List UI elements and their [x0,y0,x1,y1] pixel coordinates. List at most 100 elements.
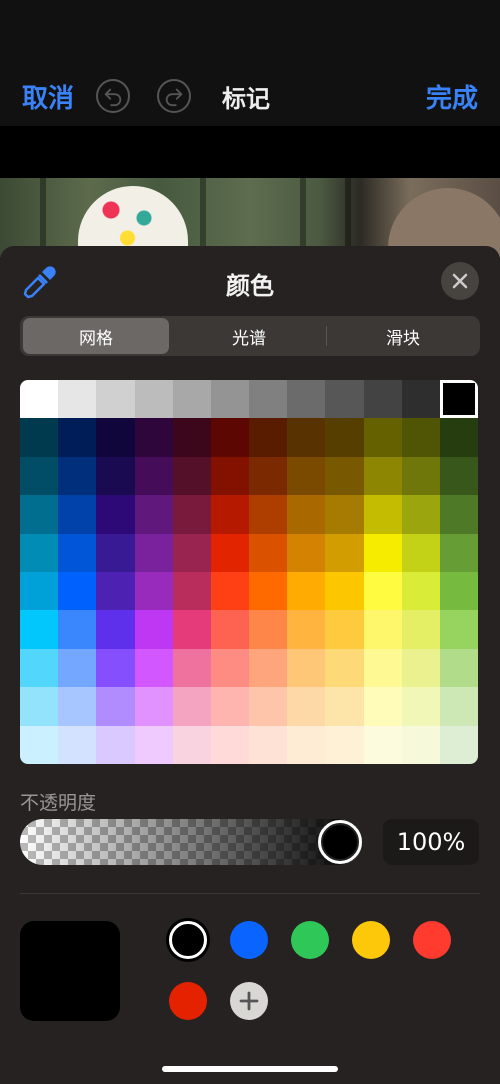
color-cell[interactable] [20,725,59,764]
color-cell[interactable] [401,648,440,688]
color-cell[interactable] [210,725,249,764]
color-cell[interactable] [363,687,402,726]
color-cell[interactable] [287,533,326,572]
undo-button[interactable] [96,79,130,113]
color-cell[interactable] [401,418,440,457]
color-cell[interactable] [325,495,364,534]
swatch-yellow[interactable] [352,921,390,959]
color-cell[interactable] [58,572,97,611]
color-cell[interactable] [58,533,97,572]
color-cell[interactable] [96,687,135,726]
color-cell[interactable] [172,725,211,764]
opacity-slider[interactable] [20,819,362,865]
color-cell[interactable] [401,610,440,649]
color-cell[interactable] [287,418,326,457]
color-cell[interactable] [363,572,402,611]
color-cell[interactable] [96,610,135,649]
color-cell[interactable] [96,456,135,496]
color-cell[interactable] [287,380,326,419]
color-cell[interactable] [20,380,59,419]
color-cell[interactable] [325,687,364,726]
color-cell[interactable] [58,648,97,688]
color-cell[interactable] [439,533,478,572]
color-cell[interactable] [287,725,326,764]
color-cell[interactable] [172,495,211,534]
color-cell[interactable] [325,648,364,688]
color-cell[interactable] [363,380,402,419]
color-cell[interactable] [96,380,135,419]
color-cell[interactable] [58,610,97,649]
color-cell[interactable] [58,456,97,496]
add-swatch-button[interactable] [230,982,268,1020]
color-cell[interactable] [134,648,173,688]
close-button[interactable] [441,262,479,300]
color-cell[interactable] [325,572,364,611]
color-cell[interactable] [20,533,59,572]
tab-sliders[interactable]: 滑块 [327,318,479,354]
color-cell[interactable] [325,380,364,419]
color-cell[interactable] [401,495,440,534]
color-cell[interactable] [172,456,211,496]
swatch-red[interactable] [413,921,451,959]
color-cell[interactable] [210,495,249,534]
color-cell[interactable] [210,648,249,688]
color-cell[interactable] [210,572,249,611]
color-cell[interactable] [439,418,478,457]
color-cell[interactable] [287,687,326,726]
color-cell[interactable] [134,725,173,764]
color-cell[interactable] [20,610,59,649]
color-cell[interactable] [20,418,59,457]
color-cell[interactable] [439,495,478,534]
color-cell[interactable] [363,725,402,764]
color-cell[interactable] [439,456,478,496]
color-cell[interactable] [363,418,402,457]
color-cell[interactable] [96,648,135,688]
color-cell[interactable] [287,610,326,649]
color-cell[interactable] [210,687,249,726]
color-cell[interactable] [96,725,135,764]
color-cell[interactable] [58,418,97,457]
color-cell[interactable] [210,610,249,649]
color-cell[interactable] [134,572,173,611]
color-cell[interactable] [325,418,364,457]
opacity-slider-thumb[interactable] [318,820,362,864]
color-cell[interactable] [172,687,211,726]
color-cell[interactable] [210,380,249,419]
color-cell[interactable] [439,687,478,726]
color-cell[interactable] [96,495,135,534]
color-cell[interactable] [96,418,135,457]
color-cell[interactable] [58,495,97,534]
color-cell[interactable] [210,456,249,496]
color-cell[interactable] [439,572,478,611]
color-cell[interactable] [134,380,173,419]
opacity-value-field[interactable]: 100% [383,819,479,865]
color-cell[interactable] [96,572,135,611]
swatch-green[interactable] [291,921,329,959]
color-cell[interactable] [249,456,288,496]
color-cell[interactable] [363,533,402,572]
color-cell[interactable] [249,533,288,572]
swatch-black[interactable] [169,921,207,959]
color-cell[interactable] [249,380,288,419]
color-cell[interactable] [363,610,402,649]
color-cell[interactable] [20,495,59,534]
color-cell[interactable] [287,572,326,611]
color-cell[interactable] [439,380,478,419]
color-cell[interactable] [210,418,249,457]
color-cell[interactable] [134,495,173,534]
color-cell[interactable] [58,380,97,419]
color-cell[interactable] [249,610,288,649]
color-cell[interactable] [363,495,402,534]
color-cell[interactable] [134,418,173,457]
color-cell[interactable] [172,610,211,649]
color-cell[interactable] [249,418,288,457]
color-cell[interactable] [363,648,402,688]
done-button[interactable]: 完成 [426,78,478,115]
color-cell[interactable] [20,648,59,688]
cancel-button[interactable]: 取消 [22,78,74,115]
color-cell[interactable] [439,610,478,649]
color-cell[interactable] [325,725,364,764]
redo-button[interactable] [157,79,191,113]
color-cell[interactable] [249,725,288,764]
color-cell[interactable] [134,610,173,649]
